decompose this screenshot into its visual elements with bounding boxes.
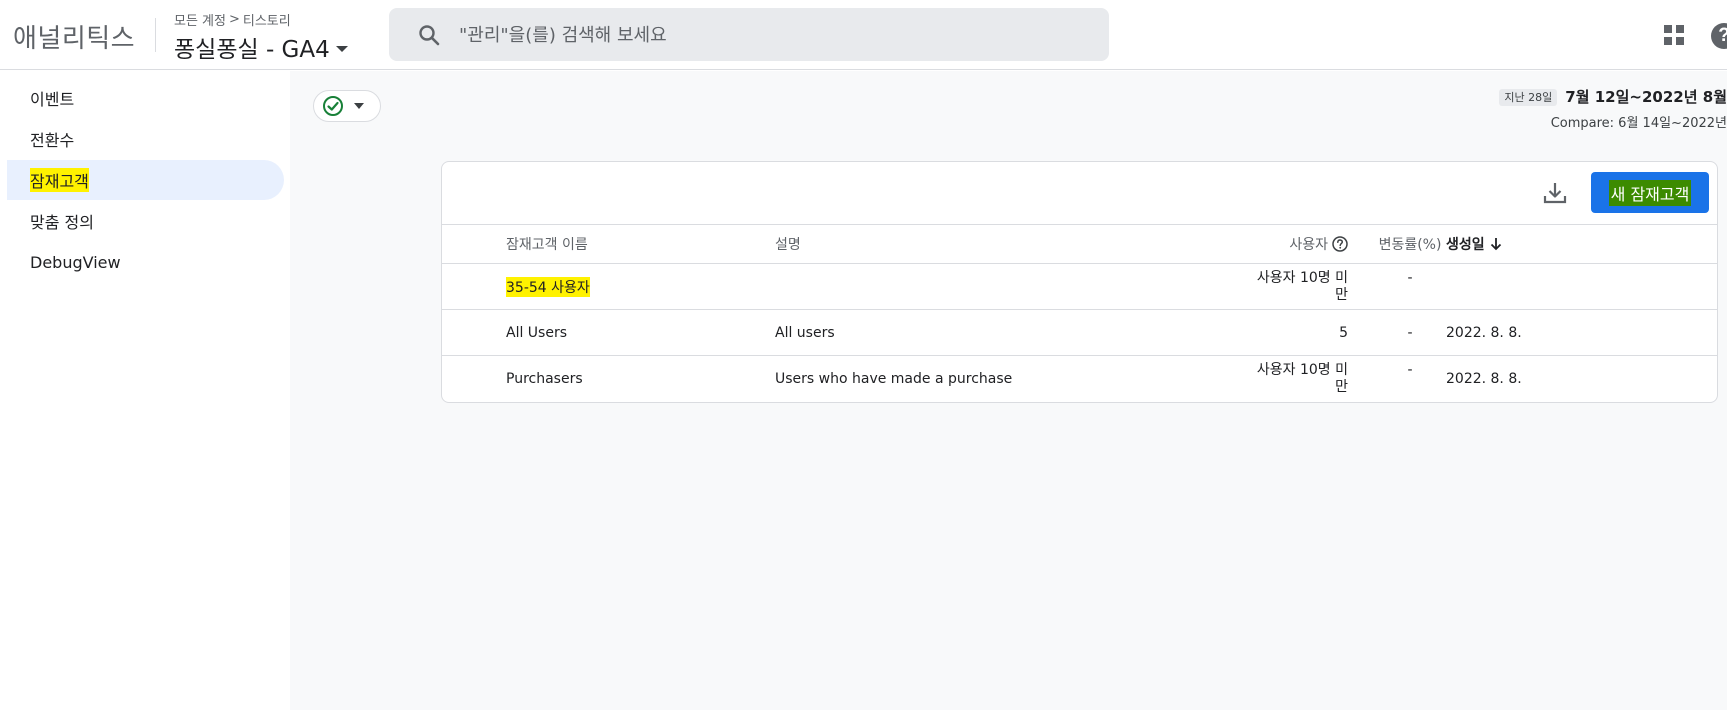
apps-grid-icon[interactable] <box>1664 25 1684 45</box>
date-range[interactable]: 지난 28일 7월 12일~2022년 8월 <box>1499 86 1727 107</box>
audience-name-link[interactable]: 35-54 사용자 <box>506 276 590 297</box>
search-input[interactable] <box>459 20 1079 50</box>
chevron-down-icon <box>335 46 348 52</box>
column-header-created-label: 생성일 <box>1446 237 1485 253</box>
topbar-divider <box>155 18 156 52</box>
column-header-description[interactable]: 설명 <box>775 225 801 263</box>
column-header-created[interactable]: 생성일 <box>1446 225 1503 263</box>
column-header-name[interactable]: 잠재고객 이름 <box>506 225 588 263</box>
row-change: - <box>1407 270 1413 286</box>
filter-chip[interactable] <box>313 90 381 122</box>
row-created: 2022. 8. 8. <box>1446 371 1522 387</box>
row-users-line2: 만 <box>1335 379 1348 395</box>
sidebar-item-conversions[interactable]: 전환수 <box>7 119 284 159</box>
row-users: 5 <box>1339 324 1348 341</box>
row-name-cell: 35-54 사용자 <box>506 264 590 309</box>
row-users-line1: 사용자 10명 미 <box>1256 362 1348 378</box>
column-header-users[interactable]: 사용자 <box>1132 225 1348 263</box>
row-change: - <box>1407 362 1413 378</box>
row-users-line2: 만 <box>1335 286 1348 303</box>
sidebar-item-label: 잠재고객 <box>30 168 89 192</box>
sidebar-item-label: 이벤트 <box>30 90 75 109</box>
audience-name-link[interactable]: Purchasers <box>506 356 583 402</box>
help-icon[interactable]: ? <box>1711 23 1727 49</box>
sidebar-item-label: 맞춤 정의 <box>30 213 94 232</box>
sidebar-item-label: DebugView <box>30 252 121 272</box>
row-created: 2022. 8. 8. <box>1446 324 1522 341</box>
audience-name-link[interactable]: All Users <box>506 310 567 355</box>
question-circle-icon[interactable] <box>1332 236 1348 252</box>
breadcrumb-account[interactable]: 모든 계정 <box>174 10 226 29</box>
breadcrumb-separator: > <box>228 12 240 27</box>
breadcrumb-property[interactable]: 티스토리 <box>243 10 291 29</box>
column-header-change[interactable]: 변동률(%) <box>1360 225 1460 263</box>
column-header-users-label: 사용자 <box>1289 237 1328 253</box>
chevron-down-icon <box>354 103 364 109</box>
row-description: All users <box>775 324 835 341</box>
date-range-chip: 지난 28일 <box>1499 88 1558 106</box>
sidebar-item-audiences[interactable]: 잠재고객 <box>7 160 284 200</box>
date-compare-text: Compare: 6월 14일~2022년 <box>1550 116 1727 131</box>
check-circle-icon <box>323 96 343 116</box>
row-users-cell: 사용자 10명 미 만 <box>1132 264 1348 309</box>
row-users-line1: 사용자 10명 미 <box>1256 269 1348 286</box>
sidebar-item-events[interactable]: 이벤트 <box>7 78 284 118</box>
property-selector[interactable]: 퐁실퐁실 - GA4 <box>174 30 348 64</box>
sidebar-item-debugview[interactable]: DebugView <box>7 242 284 282</box>
sidebar-item-custom-definitions[interactable]: 맞춤 정의 <box>7 201 284 241</box>
search-icon <box>419 25 440 46</box>
new-audience-label: 새 잠재고객 <box>1608 179 1692 206</box>
date-range-text: 7월 12일~2022년 8월 <box>1565 88 1727 106</box>
table-row[interactable]: 35-54 사용자 사용자 10명 미 만 - <box>442 264 1717 310</box>
property-name: 퐁실퐁실 - GA4 <box>174 37 330 63</box>
arrow-down-icon <box>1490 238 1501 251</box>
row-change: - <box>1407 324 1413 341</box>
row-users: 사용자 10명 미 만 <box>1248 362 1348 396</box>
row-users-cell: 사용자 10명 미 만 <box>1132 356 1348 402</box>
table-row[interactable]: Purchasers Users who have made a purchas… <box>442 356 1717 402</box>
download-icon[interactable] <box>1542 180 1568 206</box>
top-app-bar: 애널리틱스 모든 계정 > 티스토리 퐁실퐁실 - GA4 ? <box>0 0 1727 70</box>
product-name[interactable]: 애널리틱스 <box>13 18 135 55</box>
row-users: 사용자 10명 미 만 <box>1248 270 1348 304</box>
audiences-card: 새 잠재고객 잠재고객 이름 설명 사용자 변동률(%) 생성일 35-54 사… <box>441 161 1718 403</box>
search-box[interactable] <box>389 8 1109 61</box>
sidebar-item-label: 전환수 <box>30 131 75 150</box>
breadcrumb[interactable]: 모든 계정 > 티스토리 <box>174 10 291 29</box>
row-description: Users who have made a purchase <box>775 371 1013 387</box>
new-audience-button[interactable]: 새 잠재고객 <box>1591 172 1709 213</box>
table-header: 잠재고객 이름 설명 사용자 변동률(%) 생성일 <box>442 224 1717 264</box>
table-row[interactable]: All Users All users 5 - 2022. 8. 8. <box>442 310 1717 356</box>
